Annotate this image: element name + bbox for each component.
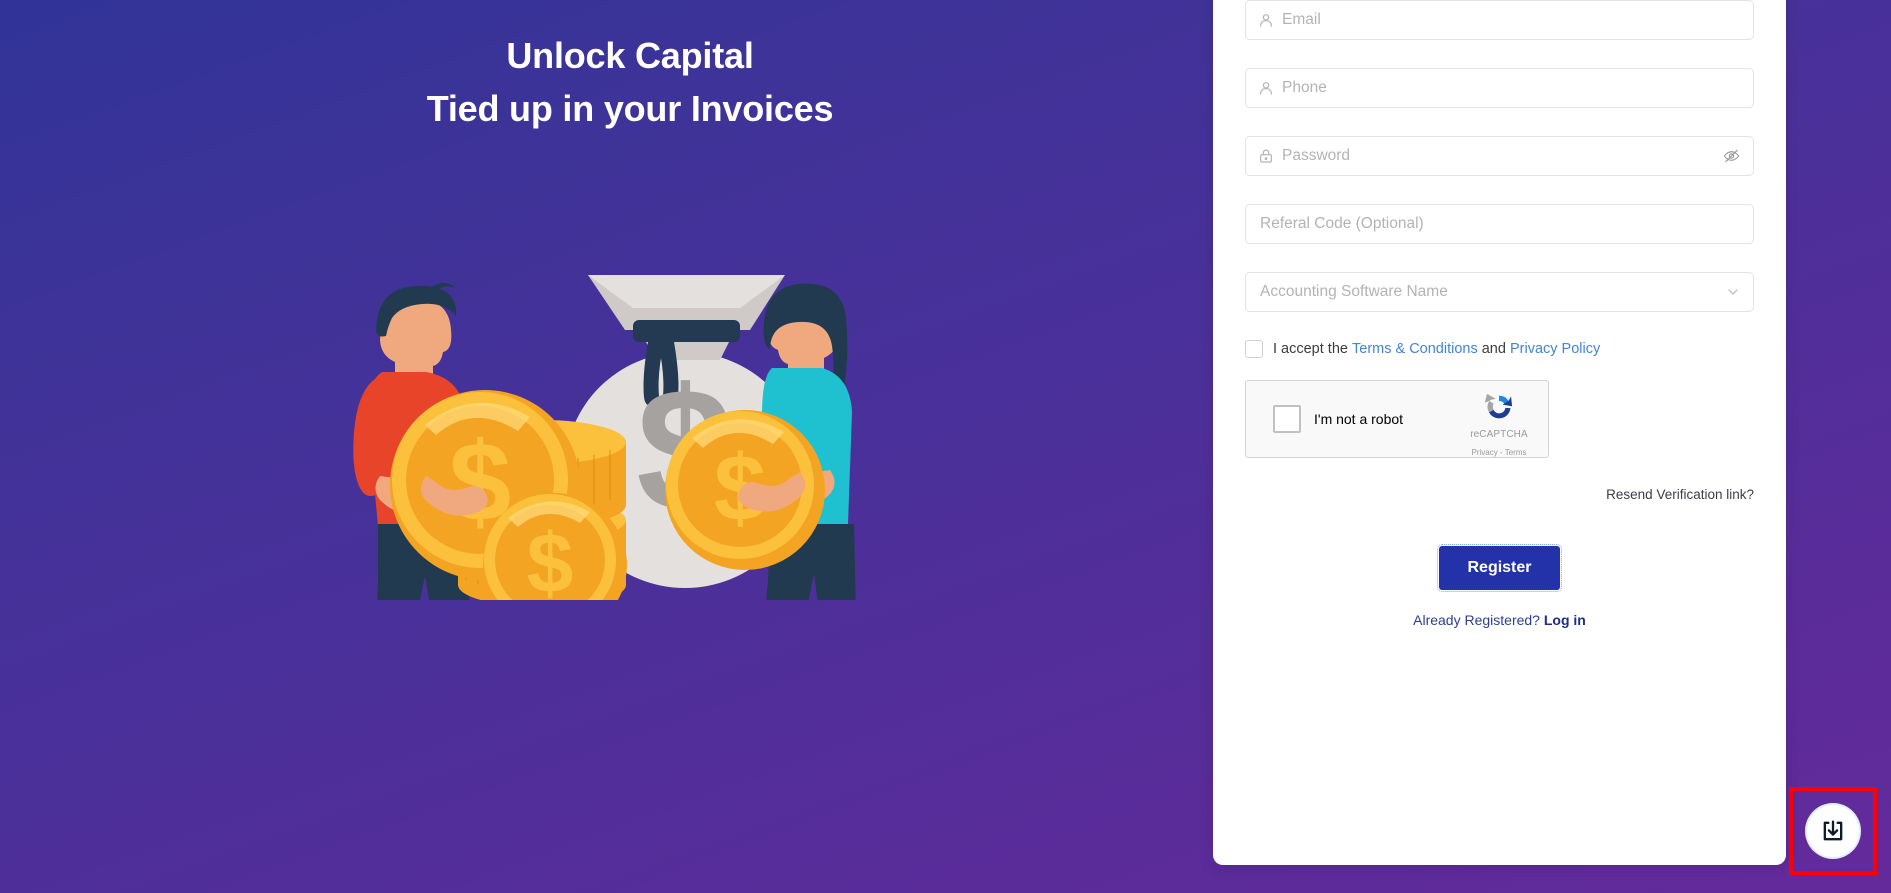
terms-checkbox[interactable] — [1245, 340, 1263, 358]
resend-verification-row: Resend Verification link? — [1245, 486, 1754, 504]
recaptcha-logo-icon — [1484, 393, 1513, 419]
hero-illustration: $ $ $ — [330, 180, 890, 600]
terms-acceptance-row: I accept the Terms & Conditions and Priv… — [1245, 340, 1754, 358]
terms-prefix: I accept the — [1273, 341, 1352, 357]
eye-slash-icon[interactable] — [1723, 148, 1740, 165]
svg-text:$: $ — [527, 516, 574, 600]
terms-and-conditions-link[interactable]: Terms & Conditions — [1352, 341, 1478, 357]
hero-heading-line-2: Tied up in your Invoices — [426, 88, 834, 130]
download-button[interactable] — [1807, 805, 1859, 857]
lock-icon — [1258, 148, 1274, 164]
registration-card: Email Phone Password Referal Code (Optio… — [1213, 0, 1786, 865]
login-link[interactable]: Log in — [1544, 612, 1586, 628]
page-title: Unlock Capital Tied up in your Invoices — [0, 34, 1260, 130]
login-prompt-text: Already Registered? — [1413, 612, 1544, 628]
recaptcha-terms-link[interactable]: Terms — [1505, 448, 1527, 457]
hero-heading-line-1: Unlock Capital — [506, 35, 754, 76]
marketing-panel: Unlock Capital Tied up in your Invoices … — [0, 0, 1210, 893]
recaptcha-separator: - — [1497, 448, 1505, 457]
email-field[interactable]: Email — [1245, 0, 1754, 40]
login-prompt-row: Already Registered? Log in — [1245, 612, 1754, 628]
accounting-software-placeholder: Accounting Software Name — [1260, 283, 1448, 300]
referal-code-field[interactable]: Referal Code (Optional) — [1245, 204, 1754, 244]
recaptcha-branding: reCAPTCHA Privacy - Terms — [1460, 390, 1538, 460]
chevron-down-icon[interactable] — [1725, 284, 1741, 300]
phone-placeholder: Phone — [1282, 79, 1327, 96]
terms-conjunction: and — [1477, 341, 1510, 357]
password-placeholder: Password — [1282, 147, 1351, 164]
phone-field[interactable]: Phone — [1245, 68, 1754, 108]
recaptcha-label: I'm not a robot — [1314, 411, 1404, 427]
recaptcha-privacy-link[interactable]: Privacy — [1472, 448, 1498, 457]
registration-form: Email Phone Password Referal Code (Optio… — [1245, 0, 1754, 628]
accounting-software-select[interactable]: Accounting Software Name — [1245, 272, 1754, 312]
user-icon — [1258, 80, 1274, 96]
privacy-policy-link[interactable]: Privacy Policy — [1510, 341, 1600, 357]
recaptcha-legal-links: Privacy - Terms — [1472, 448, 1527, 457]
recaptcha-widget[interactable]: I'm not a robot reCAPTCHA Privacy - Term… — [1245, 380, 1549, 458]
register-button[interactable]: Register — [1437, 544, 1562, 592]
recaptcha-brand-name: reCAPTCHA — [1470, 429, 1528, 440]
registration-page: Unlock Capital Tied up in your Invoices … — [0, 0, 1891, 893]
recaptcha-checkbox[interactable] — [1273, 405, 1301, 433]
resend-verification-link[interactable]: Resend Verification link? — [1606, 487, 1754, 502]
password-field[interactable]: Password — [1245, 136, 1754, 176]
register-button-row: Register — [1245, 544, 1754, 592]
download-icon — [1823, 820, 1843, 841]
referal-code-placeholder: Referal Code (Optional) — [1260, 215, 1424, 232]
email-placeholder: Email — [1282, 11, 1321, 28]
user-icon — [1258, 12, 1274, 28]
